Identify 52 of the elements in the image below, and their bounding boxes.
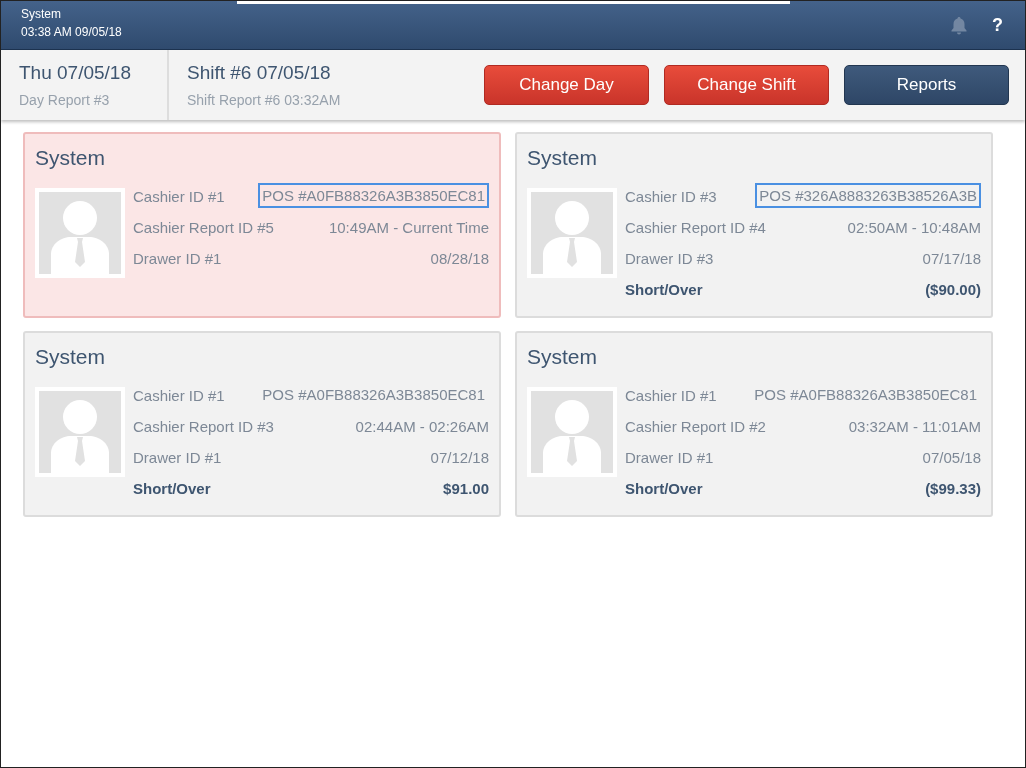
cashier-id: Cashier ID #1 bbox=[625, 387, 717, 404]
card-title: System bbox=[527, 146, 598, 170]
app-title: System bbox=[21, 7, 62, 21]
time-range: 10:49AM - Current Time bbox=[328, 219, 489, 236]
help-button[interactable]: ? bbox=[990, 14, 1005, 36]
pos-id: POS #A0FB88326A3B3850EC81 bbox=[753, 385, 978, 405]
day-title: Thu 07/05/18 bbox=[19, 62, 132, 84]
drawer-id: Drawer ID #3 bbox=[625, 250, 714, 267]
short-over-label: Short/Over bbox=[625, 480, 703, 497]
drawer-id: Drawer ID #1 bbox=[133, 449, 222, 466]
short-over-label: Short/Over bbox=[133, 480, 211, 497]
header-button[interactable]: Reports bbox=[844, 65, 1009, 105]
avatar-icon bbox=[35, 188, 125, 278]
drawer-date: 08/28/18 bbox=[430, 250, 489, 267]
card-title: System bbox=[527, 345, 598, 369]
cashier-id: Cashier ID #1 bbox=[133, 387, 225, 404]
cashier-report-id: Cashier Report ID #5 bbox=[133, 219, 274, 236]
current-datetime: 03:38 AM 09/05/18 bbox=[21, 25, 123, 39]
drawer-id: Drawer ID #1 bbox=[133, 250, 222, 267]
shift-title: Shift #6 07/05/18 bbox=[187, 62, 332, 84]
pos-id: POS #A0FB88326A3B3850EC81 bbox=[261, 385, 486, 405]
shift-report: Shift Report #6 03:32AM bbox=[187, 92, 341, 108]
cashier-report-id: Cashier Report ID #3 bbox=[133, 418, 274, 435]
time-range: 02:50AM - 10:48AM bbox=[847, 219, 981, 236]
cashier-card[interactable]: System Cashier ID #1 POS #A0FB88326A3B3850EC81 Cashier Report ID #2 03:32AM - 11:01AM Drawer ID #1 07/05/18 Short/Over ($99.33) bbox=[515, 331, 993, 517]
cashier-card[interactable]: System Cashier ID #1 POS #A0FB88326A3B3850EC81 Cashier Report ID #3 02:44AM - 02:26AM Drawer ID #1 07/12/18 Short/Over $91.00 bbox=[23, 331, 501, 517]
short-over-amount: ($90.00) bbox=[925, 281, 981, 298]
time-range: 03:32AM - 11:01AM bbox=[848, 418, 981, 435]
card-title: System bbox=[35, 146, 106, 170]
header-button[interactable]: Change Shift bbox=[664, 65, 829, 105]
cashier-report-id: Cashier Report ID #2 bbox=[625, 418, 766, 435]
cashier-card[interactable]: System Cashier ID #3 POS #326A8883263B38526A3B Cashier Report ID #4 02:50AM - 10:48AM Drawer ID #3 07/17/18 Short/Over ($90.00) bbox=[515, 132, 993, 318]
drawer-date: 07/05/18 bbox=[922, 449, 981, 466]
avatar-icon bbox=[527, 188, 617, 278]
cashier-card[interactable]: System Cashier ID #1 POS #A0FB88326A3B3850EC81 Cashier Report ID #5 10:49AM - Current Time Drawer ID #1 08/28/18 bbox=[23, 132, 501, 318]
short-over-amount: $91.00 bbox=[443, 480, 489, 497]
avatar-icon bbox=[35, 387, 125, 477]
card-title: System bbox=[35, 345, 106, 369]
pos-id: POS #A0FB88326A3B3850EC81 bbox=[258, 183, 489, 208]
header-button[interactable]: Change Day bbox=[484, 65, 649, 105]
short-over-amount: ($99.33) bbox=[925, 480, 981, 497]
day-report: Day Report #3 bbox=[19, 92, 111, 108]
drawer-date: 07/17/18 bbox=[922, 250, 981, 267]
cashier-id: Cashier ID #3 bbox=[625, 188, 717, 205]
time-range: 02:44AM - 02:26AM bbox=[355, 418, 489, 435]
drawer-date: 07/12/18 bbox=[430, 449, 489, 466]
avatar-icon bbox=[527, 387, 617, 477]
short-over-label: Short/Over bbox=[625, 281, 703, 298]
cashier-report-id: Cashier Report ID #4 bbox=[625, 219, 766, 236]
cashier-id: Cashier ID #1 bbox=[133, 188, 225, 205]
drawer-id: Drawer ID #1 bbox=[625, 449, 714, 466]
pos-id: POS #326A8883263B38526A3B bbox=[755, 183, 981, 208]
